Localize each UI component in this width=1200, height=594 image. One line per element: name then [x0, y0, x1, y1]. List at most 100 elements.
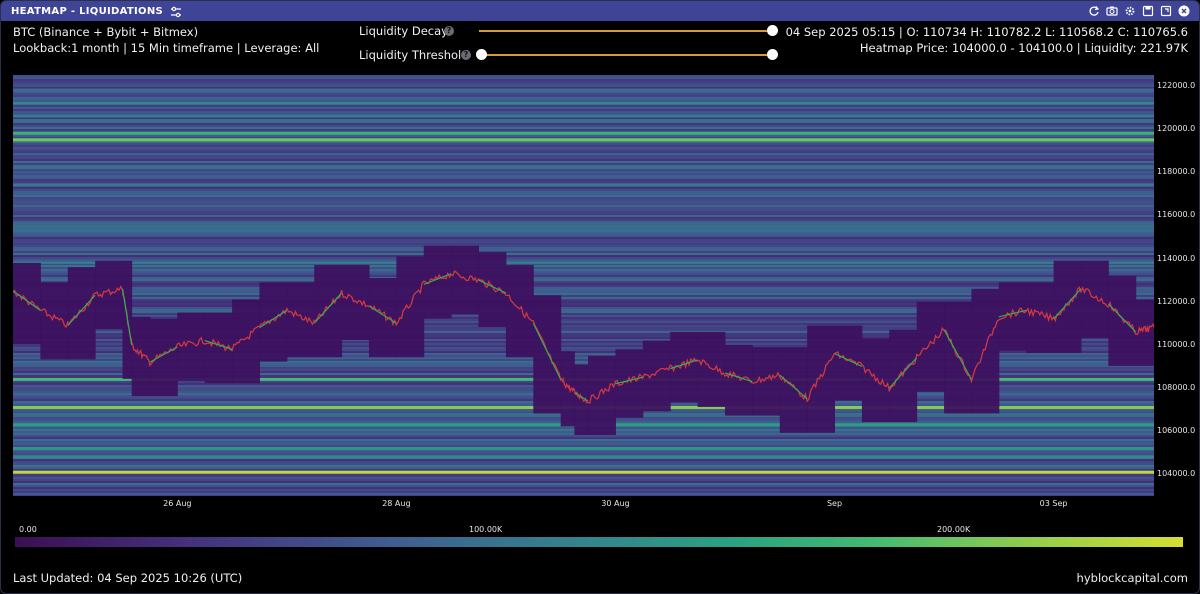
- expand-icon[interactable]: [1159, 4, 1173, 18]
- heatmap-row: [13, 221, 1154, 223]
- y-tick-label: 120000.0: [1157, 123, 1196, 133]
- liquidated-zone: [1080, 260, 1109, 338]
- heatmap-row: [13, 143, 1154, 145]
- heatmap-row: [13, 465, 1154, 467]
- heatmap-row: [13, 209, 1154, 211]
- heatmap-row: [13, 435, 1154, 437]
- liquidity-band: [13, 131, 1154, 135]
- heatmap-row: [13, 235, 1154, 237]
- heatmap-row: [13, 243, 1154, 245]
- slider-track: [479, 30, 773, 32]
- heatmap-row: [13, 147, 1154, 149]
- heatmap-row: [13, 141, 1154, 143]
- heatmap-row: [13, 287, 1154, 289]
- liquidated-zone: [232, 299, 260, 384]
- gear-icon[interactable]: [1123, 4, 1137, 18]
- heatmap-row: [13, 441, 1154, 443]
- heatmap-row: [13, 215, 1154, 217]
- heatmap-row: [13, 107, 1154, 109]
- slider-knob[interactable]: [767, 25, 778, 36]
- brand-link[interactable]: hyblockcapital.com: [1077, 571, 1188, 585]
- heatmap-row: [13, 283, 1154, 285]
- save-icon[interactable]: [1141, 4, 1155, 18]
- heatmap-row: [13, 251, 1154, 253]
- heatmap-row: [13, 285, 1154, 287]
- heatmap-row: [13, 217, 1154, 219]
- heatmap-row: [13, 485, 1154, 487]
- heatmap-row: [13, 213, 1154, 215]
- x-tick-label: Sep: [826, 499, 843, 508]
- heatmap-row: [13, 125, 1154, 127]
- heatmap-row: [13, 83, 1154, 85]
- liquidated-zone: [916, 301, 945, 392]
- liquidated-zone: [67, 267, 96, 360]
- settings-sliders-icon[interactable]: [169, 4, 183, 18]
- heatmap-row: [13, 161, 1154, 163]
- heatmap-row: [13, 81, 1154, 83]
- heatmap-row: [13, 267, 1154, 269]
- heatmap-row: [13, 249, 1154, 251]
- liquidated-zone: [1053, 260, 1082, 353]
- heatmap-row: [13, 223, 1154, 225]
- slider-knob-start[interactable]: [476, 49, 487, 60]
- heatmap-row: [13, 77, 1154, 79]
- liquidity-band: [13, 166, 1154, 170]
- liquidated-zone: [314, 265, 343, 358]
- heatmap-row: [13, 279, 1154, 281]
- help-icon[interactable]: ?: [444, 26, 454, 36]
- heatmap-row: [13, 219, 1154, 221]
- liquidity-band: [13, 455, 1154, 459]
- colorbar-label-max: 200.00K: [937, 525, 971, 534]
- liquidated-zone: [533, 295, 562, 414]
- slider-knob-end[interactable]: [767, 49, 778, 60]
- heatmap-row: [13, 97, 1154, 99]
- heatmap-row: [13, 145, 1154, 147]
- liquidity-band: [13, 261, 1154, 265]
- heatmap-row: [13, 443, 1154, 445]
- heatmap-row: [13, 451, 1154, 453]
- heatmap-row: [13, 111, 1154, 113]
- heatmap-row: [13, 121, 1154, 123]
- heatmap-row: [13, 181, 1154, 183]
- heatmap-row: [13, 481, 1154, 483]
- y-tick-label: 108000.0: [1157, 383, 1196, 393]
- heatmap-row: [13, 153, 1154, 155]
- heatmap-row: [13, 487, 1154, 489]
- liquidated-zone: [697, 331, 726, 407]
- heatmap-row: [13, 273, 1154, 275]
- heatmap-row: [13, 105, 1154, 107]
- heatmap-row: [13, 177, 1154, 179]
- heatmap-row: [13, 495, 1154, 496]
- heatmap-row: [13, 163, 1154, 165]
- liquidated-zone: [615, 349, 644, 418]
- liquidity-band: [13, 183, 1154, 187]
- heatmap-row: [13, 205, 1154, 207]
- x-tick-label: 03 Sep: [1039, 499, 1068, 508]
- liquidity-band: [13, 228, 1154, 232]
- heatmap-row: [13, 445, 1154, 447]
- liquidity-band: [13, 447, 1154, 451]
- panel-title: HEATMAP - LIQUIDATIONS: [11, 5, 164, 17]
- heatmap-row: [13, 175, 1154, 177]
- liquidated-zone: [752, 347, 781, 416]
- camera-icon[interactable]: [1105, 4, 1119, 18]
- heatmap-row: [13, 189, 1154, 191]
- heatmap-row: [13, 207, 1154, 209]
- heatmap-row: [13, 157, 1154, 159]
- close-icon[interactable]: [1177, 4, 1191, 18]
- heatmap-row: [13, 271, 1154, 273]
- help-icon[interactable]: ?: [461, 50, 471, 60]
- liquidity-band: [13, 138, 1154, 142]
- heatmap-row: [13, 75, 1154, 77]
- heatmap-row: [13, 439, 1154, 441]
- heatmap-row: [13, 265, 1154, 267]
- heatmap-row: [13, 203, 1154, 205]
- heatmap-row: [13, 491, 1154, 493]
- liquidation-heatmap[interactable]: [13, 75, 1154, 496]
- y-tick-label: 122000.0: [1157, 80, 1196, 90]
- heatmap-row: [13, 437, 1154, 439]
- y-tick-label: 112000.0: [1157, 296, 1196, 306]
- refresh-icon[interactable]: [1087, 4, 1101, 18]
- heatmap-row: [13, 245, 1154, 247]
- heatmap-row: [13, 179, 1154, 181]
